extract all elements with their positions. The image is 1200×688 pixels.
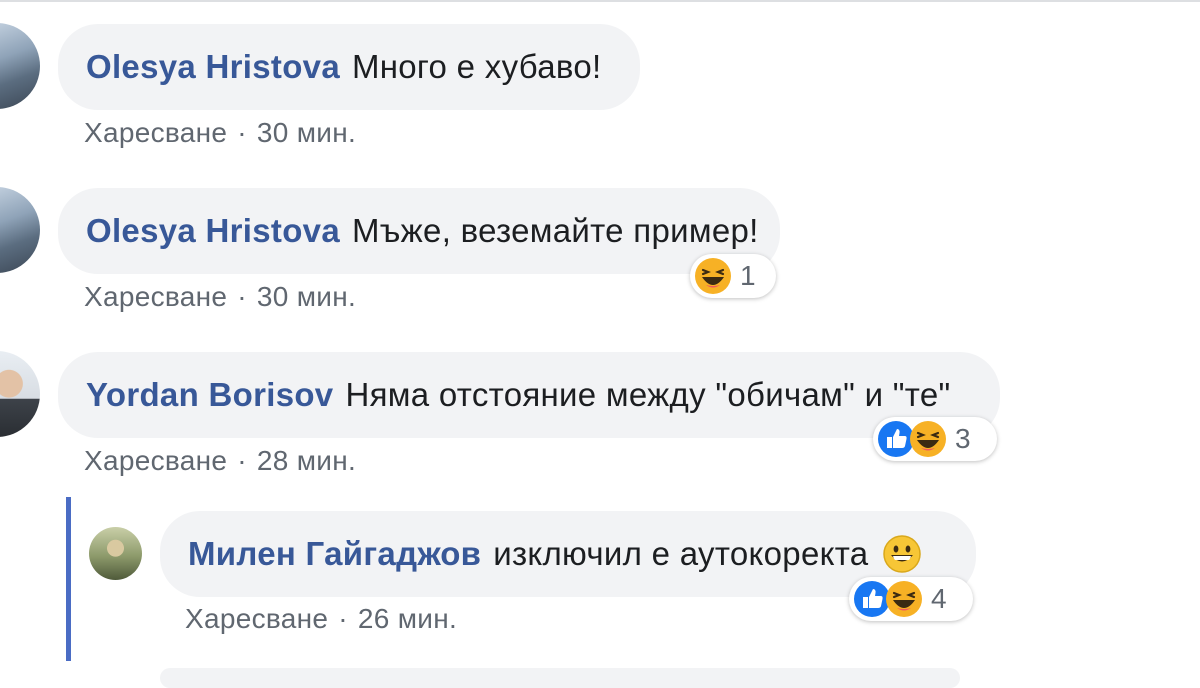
- comment-author[interactable]: Милен Гайгаджов: [188, 535, 481, 573]
- avatar[interactable]: [89, 527, 142, 580]
- like-link[interactable]: Харесване: [185, 603, 328, 634]
- separator: ·: [338, 603, 348, 634]
- comment-text: изключил е аутокоректа: [493, 535, 869, 572]
- comment-author[interactable]: Yordan Borisov: [86, 376, 333, 414]
- comment-text: Много е хубаво!: [351, 48, 602, 85]
- comment-bubble: Olesya Hristova Много е хубаво!: [58, 24, 640, 110]
- timestamp[interactable]: 30 мин.: [257, 281, 356, 312]
- reaction-count: 1: [740, 260, 756, 291]
- like-link[interactable]: Харесване: [84, 445, 227, 476]
- reaction-summary[interactable]: 1: [690, 254, 776, 298]
- reaction-summary[interactable]: 4: [849, 577, 973, 621]
- comment-bubble: Olesya Hristova Мъже, веземайте пример!: [58, 188, 780, 274]
- like-link[interactable]: Харесване: [84, 117, 227, 148]
- timestamp[interactable]: 26 мин.: [358, 603, 457, 634]
- timestamp[interactable]: 30 мин.: [257, 117, 356, 148]
- next-comment-bubble: [160, 668, 960, 688]
- timestamp[interactable]: 28 мин.: [257, 445, 356, 476]
- grinning-face-icon: [882, 534, 922, 574]
- haha-icon: [694, 257, 732, 295]
- comment-text: Няма отстояние между "обичам" и "те": [345, 376, 951, 413]
- comment-actions: Харесване · 30 мин.: [84, 281, 356, 313]
- comment-author[interactable]: Olesya Hristova: [86, 48, 340, 86]
- comment-bubble: Yordan Borisov Няма отстояние между "оби…: [58, 352, 1000, 438]
- avatar[interactable]: [0, 187, 40, 273]
- reaction-count: 3: [955, 423, 971, 454]
- comment-actions: Харесване · 26 мин.: [185, 603, 457, 635]
- comment-actions: Харесване · 28 мин.: [84, 445, 356, 477]
- haha-icon: [909, 420, 947, 458]
- haha-icon: [885, 580, 923, 618]
- top-divider: [0, 0, 1200, 2]
- separator: ·: [237, 445, 247, 476]
- avatar[interactable]: [0, 23, 40, 109]
- comment-author[interactable]: Olesya Hristova: [86, 212, 340, 250]
- comment-text: Мъже, веземайте пример!: [351, 212, 759, 249]
- separator: ·: [237, 117, 247, 148]
- separator: ·: [237, 281, 247, 312]
- reaction-summary[interactable]: 3: [873, 417, 997, 461]
- comment-actions: Харесване · 30 мин.: [84, 117, 356, 149]
- like-link[interactable]: Харесване: [84, 281, 227, 312]
- reply-thread-line: [66, 497, 71, 661]
- avatar[interactable]: [0, 351, 40, 437]
- reaction-count: 4: [931, 583, 947, 614]
